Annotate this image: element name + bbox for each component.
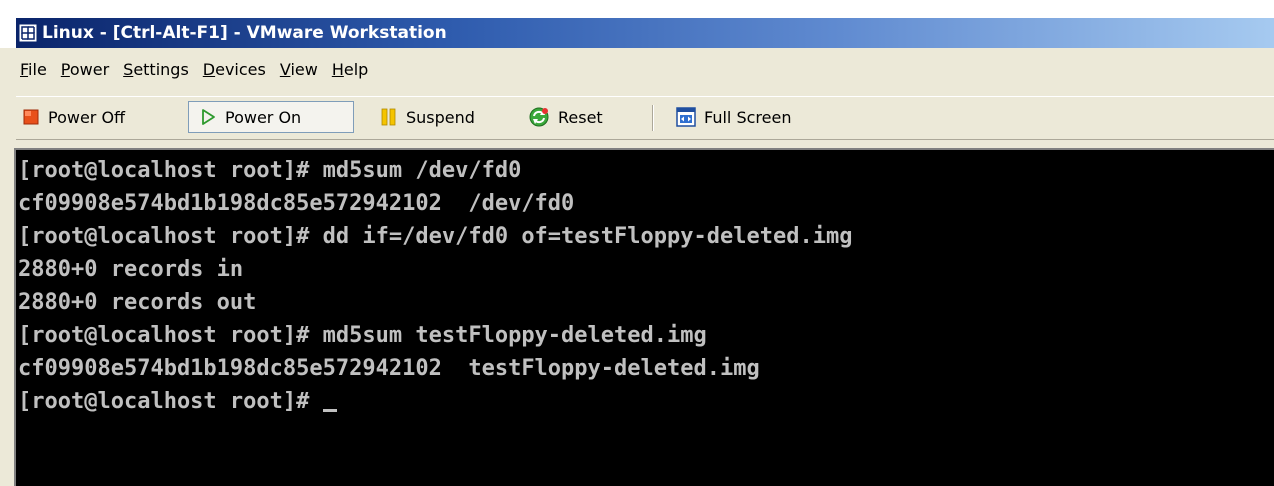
window-title: Linux - [Ctrl-Alt-F1] - VMware Workstati… xyxy=(42,23,447,43)
menu-power[interactable]: Power xyxy=(54,58,116,82)
console-line: 2880+0 records out xyxy=(18,290,257,315)
red-square-icon xyxy=(23,109,39,125)
menu-file[interactable]: File xyxy=(16,58,54,82)
green-refresh-icon xyxy=(529,107,549,127)
console-output: [root@localhost root]# md5sum /dev/fd0 c… xyxy=(18,154,852,418)
full-screen-icon xyxy=(676,107,696,127)
power-off-label: Power Off xyxy=(48,107,126,127)
console-line: cf09908e574bd1b198dc85e572942102 testFlo… xyxy=(18,356,760,381)
menu-view[interactable]: View xyxy=(273,58,325,82)
vm-console[interactable]: [root@localhost root]# md5sum /dev/fd0 c… xyxy=(14,148,1274,486)
console-line: cf09908e574bd1b198dc85e572942102 /dev/fd… xyxy=(18,191,575,216)
title-bar-area: Linux - [Ctrl-Alt-F1] - VMware Workstati… xyxy=(0,0,1274,48)
yellow-pause-icon xyxy=(381,108,396,126)
vmware-window: Linux - [Ctrl-Alt-F1] - VMware Workstati… xyxy=(0,0,1274,486)
reset-button[interactable]: Reset xyxy=(528,101,603,133)
suspend-button[interactable]: Suspend xyxy=(380,101,475,133)
console-line: [root@localhost root]# md5sum testFloppy… xyxy=(18,323,707,348)
menu-settings[interactable]: Settings xyxy=(116,58,196,82)
menu-help[interactable]: Help xyxy=(325,58,375,82)
power-off-button[interactable]: Power Off xyxy=(22,101,125,133)
text-cursor xyxy=(322,409,337,412)
full-screen-button[interactable]: Full Screen xyxy=(676,101,791,133)
console-line: 2880+0 records in xyxy=(18,257,244,282)
console-prompt-line[interactable]: [root@localhost root]# xyxy=(18,385,852,418)
menu-bar: File Power Settings Devices View Help xyxy=(16,56,1274,84)
green-play-icon xyxy=(202,109,215,125)
console-line: [root@localhost root]# md5sum /dev/fd0 xyxy=(18,158,522,183)
full-screen-label: Full Screen xyxy=(704,107,792,127)
toolbar: Power Off Power On Suspend Reset Full Sc… xyxy=(16,96,1274,140)
power-on-button[interactable]: Power On xyxy=(188,101,354,133)
console-prompt: [root@localhost root]# xyxy=(18,389,323,414)
vmware-app-icon xyxy=(18,23,38,43)
power-on-label: Power On xyxy=(225,107,302,127)
suspend-label: Suspend xyxy=(406,107,475,127)
reset-label: Reset xyxy=(558,107,603,127)
console-line: [root@localhost root]# dd if=/dev/fd0 of… xyxy=(18,224,853,249)
toolbar-separator xyxy=(652,105,654,131)
menu-devices[interactable]: Devices xyxy=(196,58,273,82)
title-bar[interactable]: Linux - [Ctrl-Alt-F1] - VMware Workstati… xyxy=(16,18,1274,48)
